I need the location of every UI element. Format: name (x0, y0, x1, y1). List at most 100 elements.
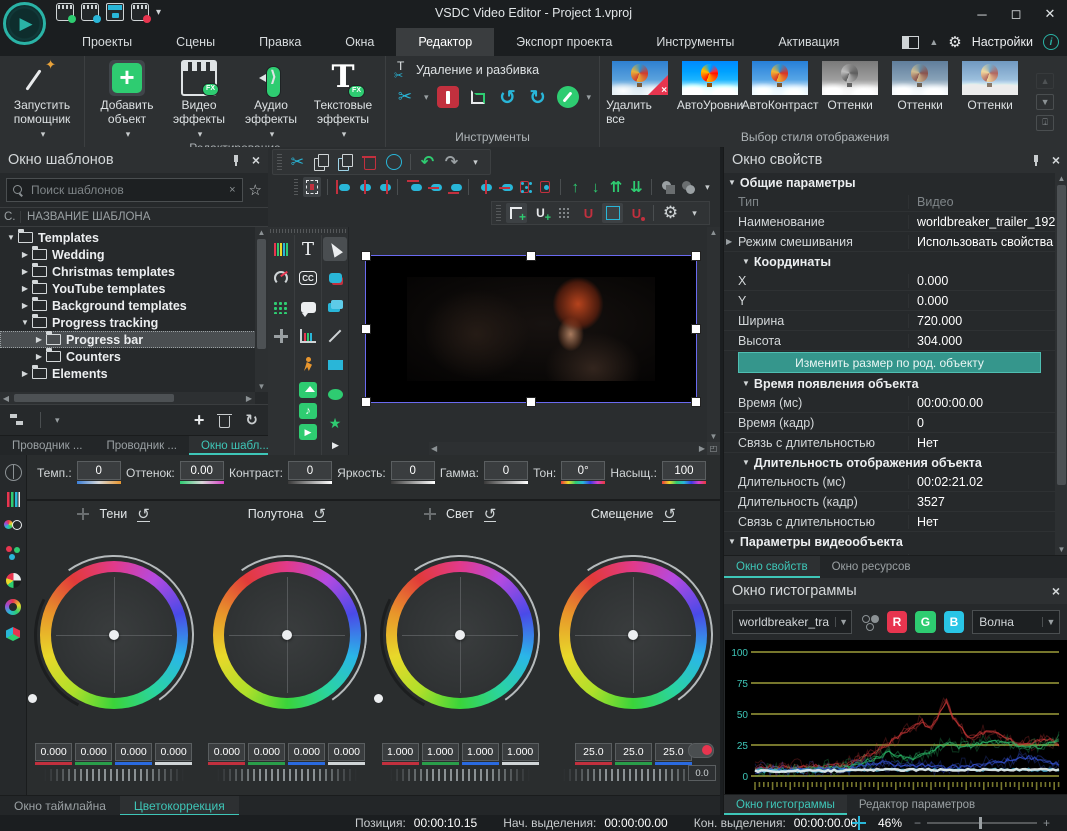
snap-bounds-icon[interactable] (506, 203, 527, 223)
wheel-tick-slider[interactable] (44, 769, 184, 781)
wheel-value-input[interactable]: 25.0 (575, 743, 612, 765)
tooltip-tool-icon[interactable] (296, 295, 320, 319)
bring-forward-icon[interactable] (658, 177, 675, 197)
group-collapse-icon[interactable]: ▼ (742, 257, 750, 266)
color-wheel-2[interactable] (386, 561, 534, 709)
wheel-value-input[interactable]: 0.000 (75, 743, 112, 765)
scroll-down-icon[interactable]: ▼ (707, 432, 720, 441)
wheel-value-input[interactable]: 25.0 (615, 743, 652, 765)
drag-handle[interactable] (496, 205, 501, 221)
zoom-in-icon[interactable]: + (1043, 816, 1050, 830)
subtitles-tool-icon[interactable] (296, 266, 320, 290)
property-row-3[interactable]: ▶Режим смешиванияИспользовать свойства с… (724, 232, 1055, 252)
close-panel-icon[interactable]: × (1052, 152, 1060, 168)
target-picker-icon[interactable] (424, 508, 436, 520)
wheel-center-handle[interactable] (282, 630, 292, 640)
align-right-icon[interactable] (374, 177, 391, 197)
tree-view-icon[interactable] (10, 413, 26, 427)
tree-expand-icon[interactable]: ▶ (20, 369, 30, 378)
delete-split-label[interactable]: Удаление и разбивка (416, 63, 539, 77)
stage-hscrollbar[interactable]: ◀ ▶ (429, 442, 707, 455)
drag-handle[interactable] (294, 179, 298, 195)
menu-item-3[interactable]: Окна (323, 28, 396, 56)
param-input[interactable]: 0 (77, 461, 121, 484)
caret-down-icon[interactable]: ▾ (424, 92, 429, 103)
tree-vscrollbar[interactable]: ▲ ▼ (255, 227, 268, 392)
wheel-value-input[interactable]: 1.000 (462, 743, 499, 765)
collapse-ribbon-icon[interactable]: ▲ (929, 37, 938, 47)
quick-tools-icon[interactable] (557, 86, 579, 108)
property-group-4[interactable]: ▼Координаты (724, 252, 1055, 271)
property-row-19[interactable]: ▶Видеоworldbreaker_trailer_1920.m▼ (724, 551, 1055, 555)
green-channel-button[interactable]: G (915, 611, 936, 633)
property-row-1[interactable]: ТипВидео (724, 192, 1055, 212)
histogram-source-dropdown[interactable]: worldbreaker_tra ▼ (732, 610, 852, 634)
bypass-toggle[interactable] (688, 743, 714, 758)
close-panel-icon[interactable]: × (252, 152, 260, 168)
shape-tool-icon[interactable] (323, 266, 347, 290)
selection-handle[interactable] (361, 397, 371, 407)
group-collapse-icon[interactable]: ▼ (728, 178, 736, 187)
property-row-11[interactable]: Время (мс)00:00:00.00 (724, 393, 1055, 413)
selection-handle[interactable] (691, 324, 701, 334)
minimize-button[interactable]: ─ (965, 0, 999, 28)
tree-expand-icon[interactable]: ▶ (20, 301, 30, 310)
pie-mode-icon[interactable] (4, 571, 22, 589)
histogram-mode-dropdown[interactable]: Волна ▼ (972, 610, 1060, 634)
tree-item-3[interactable]: ▶YouTube templates (0, 280, 268, 297)
fit-screen-icon[interactable] (536, 177, 553, 197)
property-row-13[interactable]: Связь с длительностьюНет (724, 433, 1055, 453)
color-wheel-0[interactable] (40, 561, 188, 709)
reset-icon[interactable]: ↺ (137, 507, 150, 522)
property-row-7[interactable]: Ширина720.000 (724, 311, 1055, 331)
line-tool-icon[interactable] (323, 324, 347, 348)
style-preset-2[interactable]: АвтоКонтраст (746, 58, 814, 112)
tree-item-2[interactable]: ▶Christmas templates (0, 263, 268, 280)
close-button[interactable]: ✕ (1033, 0, 1067, 28)
grid-toggle-icon[interactable] (554, 203, 575, 223)
info-icon[interactable]: i (1043, 34, 1059, 50)
audio-spectrum-icon[interactable] (269, 237, 293, 261)
style-preset-4[interactable]: Оттенки (886, 58, 954, 112)
tree-item-8[interactable]: ▶Elements (0, 365, 268, 382)
drag-handle[interactable] (277, 154, 282, 170)
ribbon-button-0[interactable]: Добавить объект (91, 58, 163, 140)
align-center-h-icon[interactable] (354, 177, 371, 197)
reset-icon[interactable]: ↺ (313, 507, 326, 522)
move-tool-icon[interactable] (269, 324, 293, 348)
property-row-15[interactable]: Длительность (мс)00:02:21.02 (724, 472, 1055, 492)
styles-scroll-up-icon[interactable]: ▲ (1036, 73, 1054, 89)
particles-icon[interactable] (269, 295, 293, 319)
target-picker-icon[interactable] (77, 508, 89, 520)
wheel-tick-slider[interactable] (390, 769, 530, 781)
snap-grid-icon[interactable] (578, 203, 599, 223)
tree-item-5[interactable]: ▼Progress tracking (0, 314, 268, 331)
selection-handle[interactable] (691, 397, 701, 407)
group-collapse-icon[interactable]: ▼ (742, 458, 750, 467)
cut-icon[interactable] (287, 152, 308, 172)
style-preset-1[interactable]: АвтоУровни (676, 58, 744, 112)
settings-label[interactable]: Настройки (972, 35, 1033, 49)
param-input[interactable]: 0° (561, 461, 605, 484)
add-audio-icon[interactable] (299, 403, 317, 419)
ribbon-button-3[interactable]: Текстовые эффекты (307, 58, 379, 140)
wheel-value-input[interactable]: 0.000 (208, 743, 245, 765)
reset-icon[interactable]: ↺ (484, 507, 497, 522)
property-group-18[interactable]: ▼Параметры видеообъекта (724, 532, 1055, 551)
histo-tab-0[interactable]: Окно гистограммы (724, 795, 847, 815)
wheel-value-input[interactable]: 0.000 (248, 743, 285, 765)
refresh-icon[interactable]: ↻ (245, 411, 258, 429)
group-collapse-icon[interactable]: ▼ (742, 379, 750, 388)
move-bottom-icon[interactable] (628, 177, 645, 197)
wheel-value-input[interactable]: 1.000 (382, 743, 419, 765)
wheel-value-input[interactable]: 0.000 (35, 743, 72, 765)
layout-icon[interactable] (902, 36, 919, 49)
animation-tool-icon[interactable] (296, 353, 320, 377)
wheel-slider-handle[interactable] (374, 694, 383, 703)
add-image-icon[interactable] (299, 382, 317, 398)
property-row-5[interactable]: X0.000 (724, 271, 1055, 291)
blue-channel-button[interactable]: B (944, 611, 965, 633)
style-preset-0[interactable]: ×Удалить все (606, 58, 674, 126)
wheel-value-input[interactable]: 1.000 (422, 743, 459, 765)
wheel-slider-handle[interactable] (28, 694, 37, 703)
